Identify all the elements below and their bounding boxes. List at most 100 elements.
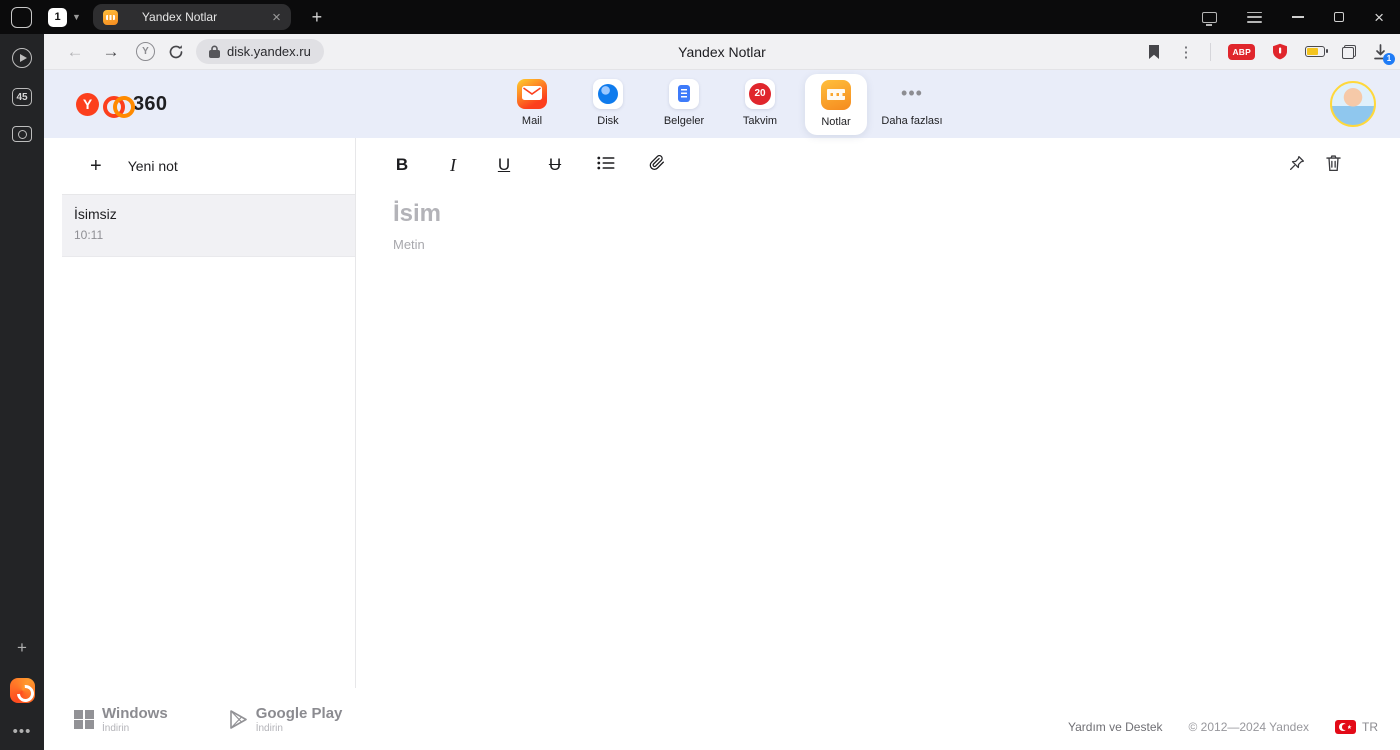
nav-item-more[interactable]: ••• Daha fazlası: [881, 74, 943, 127]
brand-360-text: 360: [133, 92, 168, 115]
kebab-menu-icon[interactable]: ⋮: [1178, 43, 1193, 61]
tab-title: Yandex Notlar: [141, 10, 218, 24]
nav-label: Takvim: [742, 114, 778, 127]
language-label: TR: [1362, 720, 1378, 734]
shield-icon[interactable]: [1272, 43, 1288, 60]
bookmark-icon[interactable]: [1147, 44, 1161, 60]
battery-icon[interactable]: [1305, 46, 1328, 57]
store-title: Windows: [102, 704, 168, 722]
nav-label: Belgeler: [663, 114, 705, 127]
url-text: disk.yandex.ru: [227, 44, 311, 59]
yandex-browser-icon[interactable]: [9, 678, 35, 703]
nav-label: Notlar: [821, 115, 851, 128]
adblock-plus-badge[interactable]: ABP: [1228, 43, 1255, 60]
menu-icon[interactable]: [1247, 11, 1263, 23]
tab-groups-icon[interactable]: [1342, 44, 1356, 59]
new-note-button[interactable]: + Yeni not: [62, 138, 355, 195]
notes-icon: [821, 79, 851, 110]
notes-list-panel: + Yeni not İsimsiz 10:11: [62, 138, 356, 688]
nav-label: Daha fazlası: [881, 114, 943, 127]
divider: [1210, 42, 1212, 61]
mail-icon: [517, 78, 547, 109]
back-icon[interactable]: ←: [62, 43, 88, 60]
more-icon[interactable]: •••: [13, 723, 32, 740]
documents-icon: [669, 78, 699, 109]
nav-item-notes[interactable]: Notlar: [805, 73, 867, 135]
nav-item-mail[interactable]: Mail: [501, 74, 563, 127]
google-play-icon: [229, 709, 247, 729]
strikethrough-button[interactable]: U: [545, 155, 565, 175]
play-icon[interactable]: [12, 48, 32, 68]
editor-toolbar: B I U U: [356, 138, 1400, 192]
browser-tab[interactable]: Yandex Notlar ×: [92, 4, 291, 30]
reload-icon[interactable]: [168, 44, 184, 60]
store-subtitle: İndirin: [255, 722, 283, 734]
cast-icon[interactable]: [1202, 11, 1218, 26]
note-body-input[interactable]: Metin: [393, 237, 1360, 252]
note-time: 10:11: [74, 228, 104, 242]
tab-list-button[interactable]: 1 ▼: [48, 7, 81, 27]
browser-toolbar: ← → Y disk.yandex.ru Yandex Notlar ⋮ ABP: [44, 34, 1400, 70]
bold-button[interactable]: B: [392, 155, 412, 175]
yandex360-logo[interactable]: Y 360: [76, 92, 168, 118]
attach-button[interactable]: [647, 153, 667, 177]
chevron-down-icon: ▼: [72, 12, 81, 22]
services-nav: Mail Disk Belgeler 20 Takvim Notlar ••• …: [501, 73, 943, 135]
forward-icon[interactable]: →: [98, 43, 124, 60]
page-title: Yandex Notlar: [678, 43, 766, 60]
downloads-button[interactable]: 1: [1373, 43, 1395, 65]
add-icon[interactable]: +: [17, 638, 27, 658]
list-item[interactable]: İsimsiz 10:11: [62, 195, 355, 257]
sidebar-toggle-icon[interactable]: [11, 6, 32, 28]
store-title: Google Play: [255, 704, 343, 722]
yandex360-header: Y 360 Mail Disk Belgeler 20 Takvim Notla…: [44, 70, 1400, 138]
disk-icon: [593, 78, 623, 109]
close-button[interactable]: ×: [1374, 9, 1384, 26]
new-tab-button[interactable]: +: [305, 5, 329, 29]
nav-label: Disk: [597, 114, 619, 127]
editor-content[interactable]: İsim Metin: [356, 192, 1400, 252]
minimize-button[interactable]: [1292, 16, 1305, 18]
tab-count-badge: 1: [48, 7, 67, 27]
browser-sidebar: 45 + •••: [0, 34, 44, 750]
lock-icon: [209, 45, 220, 58]
note-title-input[interactable]: İsim: [393, 200, 1360, 228]
note-title: İsimsiz: [74, 206, 117, 222]
turkey-flag-icon: ★: [1335, 720, 1356, 734]
new-note-label: Yeni not: [127, 158, 178, 174]
avatar[interactable]: [1330, 81, 1376, 127]
google-play-download-link[interactable]: Google Play İndirin: [229, 704, 343, 734]
app-footer: Windows İndirin Google Play İndirin Yard…: [44, 688, 1400, 750]
download-count-badge: 1: [1383, 52, 1395, 65]
list-button[interactable]: [596, 155, 616, 175]
plus-icon: +: [90, 154, 102, 177]
address-bar[interactable]: disk.yandex.ru: [196, 39, 324, 64]
tab-close-icon[interactable]: ×: [272, 9, 281, 26]
note-editor: B I U U İsim Metin: [356, 138, 1400, 688]
nav-item-docs[interactable]: Belgeler: [653, 74, 715, 127]
tabs-counter-badge[interactable]: 45: [12, 88, 32, 106]
browser-window: 1 ▼ Yandex Notlar × + × 45 + ••• ← → Y d…: [0, 0, 1400, 750]
italic-button[interactable]: I: [443, 155, 463, 176]
infinity-icon: [103, 96, 135, 118]
nav-label: Mail: [521, 114, 543, 127]
underline-button[interactable]: U: [494, 155, 514, 175]
pin-button[interactable]: [1288, 154, 1306, 177]
protect-icon[interactable]: Y: [136, 42, 155, 61]
windows-icon: [74, 709, 94, 729]
store-subtitle: İndirin: [102, 722, 130, 734]
help-link[interactable]: Yardım ve Destek: [1068, 720, 1162, 734]
notes-app-body: + Yeni not İsimsiz 10:11 B I U U İsim Me…: [44, 138, 1400, 688]
nav-item-calendar[interactable]: 20 Takvim: [729, 74, 791, 127]
notes-favicon-icon: [102, 9, 118, 25]
windows-download-link[interactable]: Windows İndirin: [74, 705, 168, 734]
tab-bar: 1 ▼ Yandex Notlar × + ×: [0, 0, 1400, 34]
nav-item-disk[interactable]: Disk: [577, 74, 639, 127]
calendar-icon: 20: [745, 78, 775, 109]
trash-button[interactable]: [1325, 154, 1342, 177]
language-selector[interactable]: ★ TR: [1335, 720, 1378, 734]
screenshot-icon[interactable]: [12, 126, 32, 142]
yandex-y-icon: Y: [76, 92, 99, 116]
calendar-date-badge: 20: [749, 82, 771, 105]
maximize-button[interactable]: [1334, 12, 1345, 22]
